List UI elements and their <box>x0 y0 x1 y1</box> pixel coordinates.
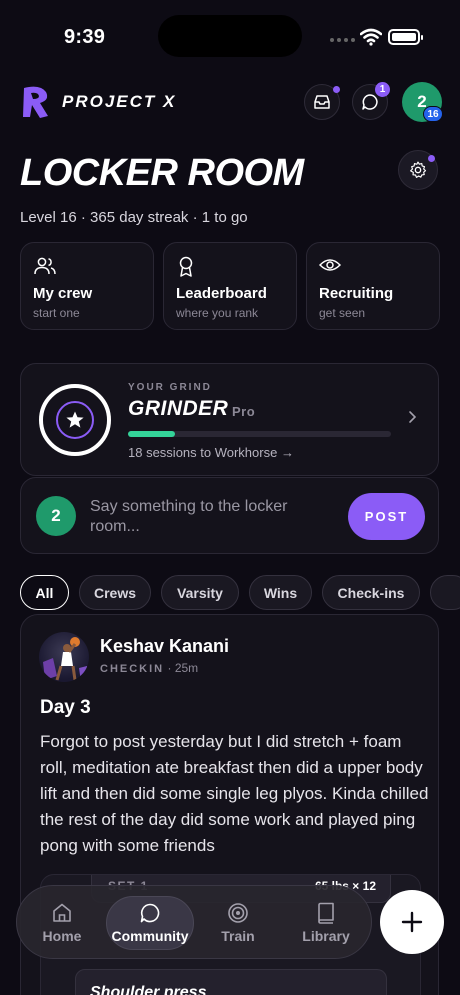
nav-label: Community <box>111 928 189 944</box>
grind-tier: Pro <box>232 404 256 419</box>
inbox-button[interactable] <box>304 84 340 120</box>
post-composer: 2 Say something to the locker room... PO… <box>20 477 439 554</box>
wifi-icon <box>360 28 382 46</box>
settings-button[interactable] <box>398 150 438 190</box>
rank-badge <box>39 384 111 456</box>
star-icon <box>66 411 84 428</box>
post-button[interactable]: POST <box>348 493 425 540</box>
create-post-fab[interactable] <box>380 890 444 954</box>
inbox-icon <box>314 95 330 109</box>
battery-icon <box>388 29 423 45</box>
composer-input[interactable]: Say something to the locker room... <box>90 497 320 537</box>
level-badge: 16 <box>423 106 443 122</box>
chevron-right-icon <box>409 411 417 423</box>
filter-chip-all[interactable]: All <box>20 575 69 610</box>
post-title: Day 3 <box>40 697 91 718</box>
tile-title: Leaderboard <box>176 285 267 302</box>
filter-chip-crews[interactable]: Crews <box>79 575 151 610</box>
leaderboard-tile[interactable]: Leaderboard where you rank <box>163 242 297 330</box>
messages-count-badge: 1 <box>375 82 390 97</box>
gear-icon <box>410 161 427 178</box>
dynamic-island <box>158 15 302 57</box>
page-title: LOCKER ROOM <box>20 152 304 194</box>
cellular-signal-icon <box>330 38 355 42</box>
filter-chip-check-ins[interactable]: Check-ins <box>322 575 420 610</box>
project-x-logo-icon <box>23 86 48 118</box>
grind-progress-bar <box>128 431 391 437</box>
chat-bubble-icon <box>362 94 378 110</box>
nav-label: Train <box>221 928 255 944</box>
post-body: Forgot to post yesterday but I did stret… <box>40 732 429 855</box>
grind-next-milestone: 18 sessions to Workhorse → <box>128 445 294 460</box>
level-streak-summary: Level 16 · 365 day streak · 1 to go <box>20 209 248 226</box>
composer-avatar: 2 <box>36 496 76 536</box>
my-crew-tile[interactable]: My crew start one <box>20 242 154 330</box>
nav-item-train[interactable]: Train <box>195 896 281 950</box>
post-author[interactable]: Keshav Kanani <box>100 636 229 657</box>
award-icon <box>179 256 193 277</box>
nav-label: Library <box>302 928 350 944</box>
post-time: 25m <box>174 661 199 675</box>
exercise-card[interactable]: Shoulder press <box>75 969 387 995</box>
nav-item-home[interactable]: Home <box>19 896 105 950</box>
inbox-unread-dot <box>333 86 340 93</box>
people-icon <box>34 257 56 275</box>
bottom-navigation: Home Community Train Library <box>16 885 372 959</box>
filter-chip-more[interactable] <box>430 575 460 610</box>
nav-label: Home <box>42 928 82 944</box>
grind-eyebrow: YOUR GRIND <box>128 382 212 393</box>
feed-filter-bar: All Crews Varsity Wins Check-ins <box>20 575 460 611</box>
plus-icon <box>401 911 423 933</box>
settings-dot <box>428 155 435 162</box>
nav-item-community[interactable]: Community <box>106 896 194 950</box>
chat-icon <box>140 903 160 923</box>
grind-rank: GRINDER <box>128 397 229 420</box>
nav-item-library[interactable]: Library <box>283 896 369 950</box>
exercise-name: Shoulder press <box>90 984 207 995</box>
filter-chip-wins[interactable]: Wins <box>249 575 312 610</box>
eye-icon <box>318 259 342 271</box>
status-bar: 9:39 <box>0 0 460 72</box>
brand-name: PROJECT X <box>62 92 177 111</box>
meta-separator: · <box>167 661 175 675</box>
home-icon <box>53 903 71 922</box>
target-icon <box>228 903 248 923</box>
your-grind-card[interactable]: YOUR GRIND GRINDER Pro 18 sessions to Wo… <box>20 363 439 476</box>
basketball-player-photo <box>43 637 89 682</box>
status-time: 9:39 <box>64 26 106 48</box>
post-meta: CHECKIN · 25m <box>100 661 198 675</box>
tile-subtitle: get seen <box>319 306 366 320</box>
brand[interactable]: PROJECT X <box>20 84 176 120</box>
post-type-tag: CHECKIN <box>100 663 165 675</box>
messages-button[interactable]: 1 <box>352 82 390 120</box>
tile-subtitle: start one <box>33 306 80 320</box>
filter-chip-varsity[interactable]: Varsity <box>161 575 239 610</box>
author-avatar[interactable] <box>39 632 89 682</box>
tile-subtitle: where you rank <box>176 306 259 320</box>
tile-title: My crew <box>33 285 93 302</box>
book-icon <box>318 902 334 924</box>
tile-title: Recruiting <box>319 285 394 302</box>
recruiting-tile[interactable]: Recruiting get seen <box>306 242 440 330</box>
grind-progress-fill <box>128 431 176 437</box>
